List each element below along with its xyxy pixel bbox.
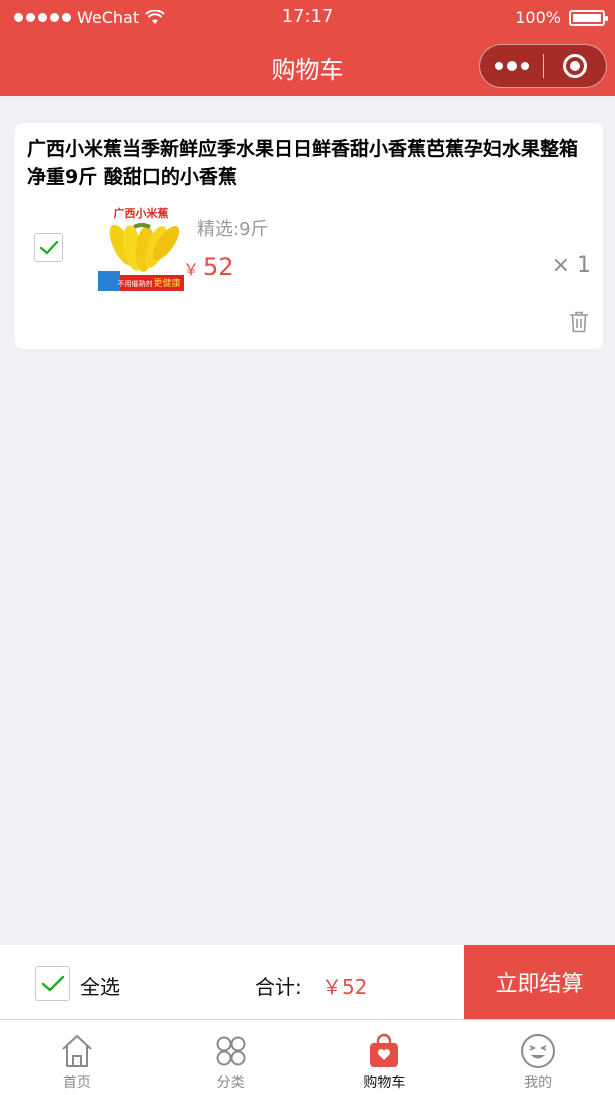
battery-percent: 100% (515, 8, 561, 27)
tab-home[interactable]: 首页 (0, 1020, 154, 1095)
total-label: 合计: (255, 975, 302, 999)
price-value: 52 (203, 253, 234, 281)
nav-bar: 购物车 (0, 34, 615, 96)
tab-profile[interactable]: 我的 (461, 1020, 615, 1095)
tab-label-home: 首页 (62, 1075, 91, 1091)
target-icon (562, 54, 587, 78)
status-bar: WeChat 17:17 100% (0, 0, 615, 34)
total-amount: ￥52 (322, 975, 368, 999)
tab-label-cart: 购物车 (363, 1075, 406, 1091)
check-icon (41, 975, 65, 992)
tab-label-category: 分类 (216, 1075, 245, 1091)
home-icon (62, 1035, 92, 1067)
select-all-checkbox[interactable] (35, 966, 70, 1001)
miniprogram-capsule (479, 44, 607, 88)
tab-label-profile: 我的 (524, 1075, 553, 1091)
tab-cart[interactable]: 购物车 (308, 1020, 462, 1095)
thumb-sticker-left: 不用催熟剂 (118, 279, 153, 288)
checkout-bar: 全选 合计: ￥52 立即结算 (0, 945, 615, 1019)
thumb-banner-text: 广西小米蕉 (114, 206, 169, 220)
item-price: ￥ 52 (183, 253, 234, 281)
profile-icon (521, 1034, 556, 1068)
select-all-label[interactable]: 全选 (80, 971, 120, 1000)
cart-screen: WeChat 17:17 100% 购物车 广西小米蕉当季新鲜应季水果日日鲜香甜… (0, 0, 615, 1095)
tab-bar: 首页 分类 购物车 我的 (0, 1019, 615, 1095)
item-quantity: × 1 (551, 253, 591, 278)
price-currency: ￥ (183, 260, 200, 279)
thumb-sticker-right: 更健康 (153, 277, 180, 289)
close-miniprogram-button[interactable] (544, 45, 606, 87)
tab-category[interactable]: 分类 (154, 1020, 308, 1095)
more-icon[interactable] (480, 45, 543, 87)
status-right: 100% (515, 8, 608, 27)
cart-icon (370, 1033, 399, 1067)
checkout-button[interactable]: 立即结算 (464, 945, 615, 1019)
item-spec: 精选:9斤 (197, 219, 269, 240)
item-checkbox[interactable] (34, 233, 63, 262)
check-icon (39, 240, 59, 255)
item-title[interactable]: 广西小米蕉当季新鲜应季水果日日鲜香甜小香蕉芭蕉孕妇水果整箱 净重9斤 酸甜口的小… (27, 135, 587, 191)
category-icon (216, 1036, 246, 1066)
trash-icon[interactable] (569, 311, 589, 333)
product-image[interactable]: 广西小米蕉 不用催熟剂 更健康 (98, 205, 184, 291)
battery-icon (569, 9, 608, 26)
cart-item-card: 广西小米蕉当季新鲜应季水果日日鲜香甜小香蕉芭蕉孕妇水果整箱 净重9斤 酸甜口的小… (15, 123, 603, 349)
